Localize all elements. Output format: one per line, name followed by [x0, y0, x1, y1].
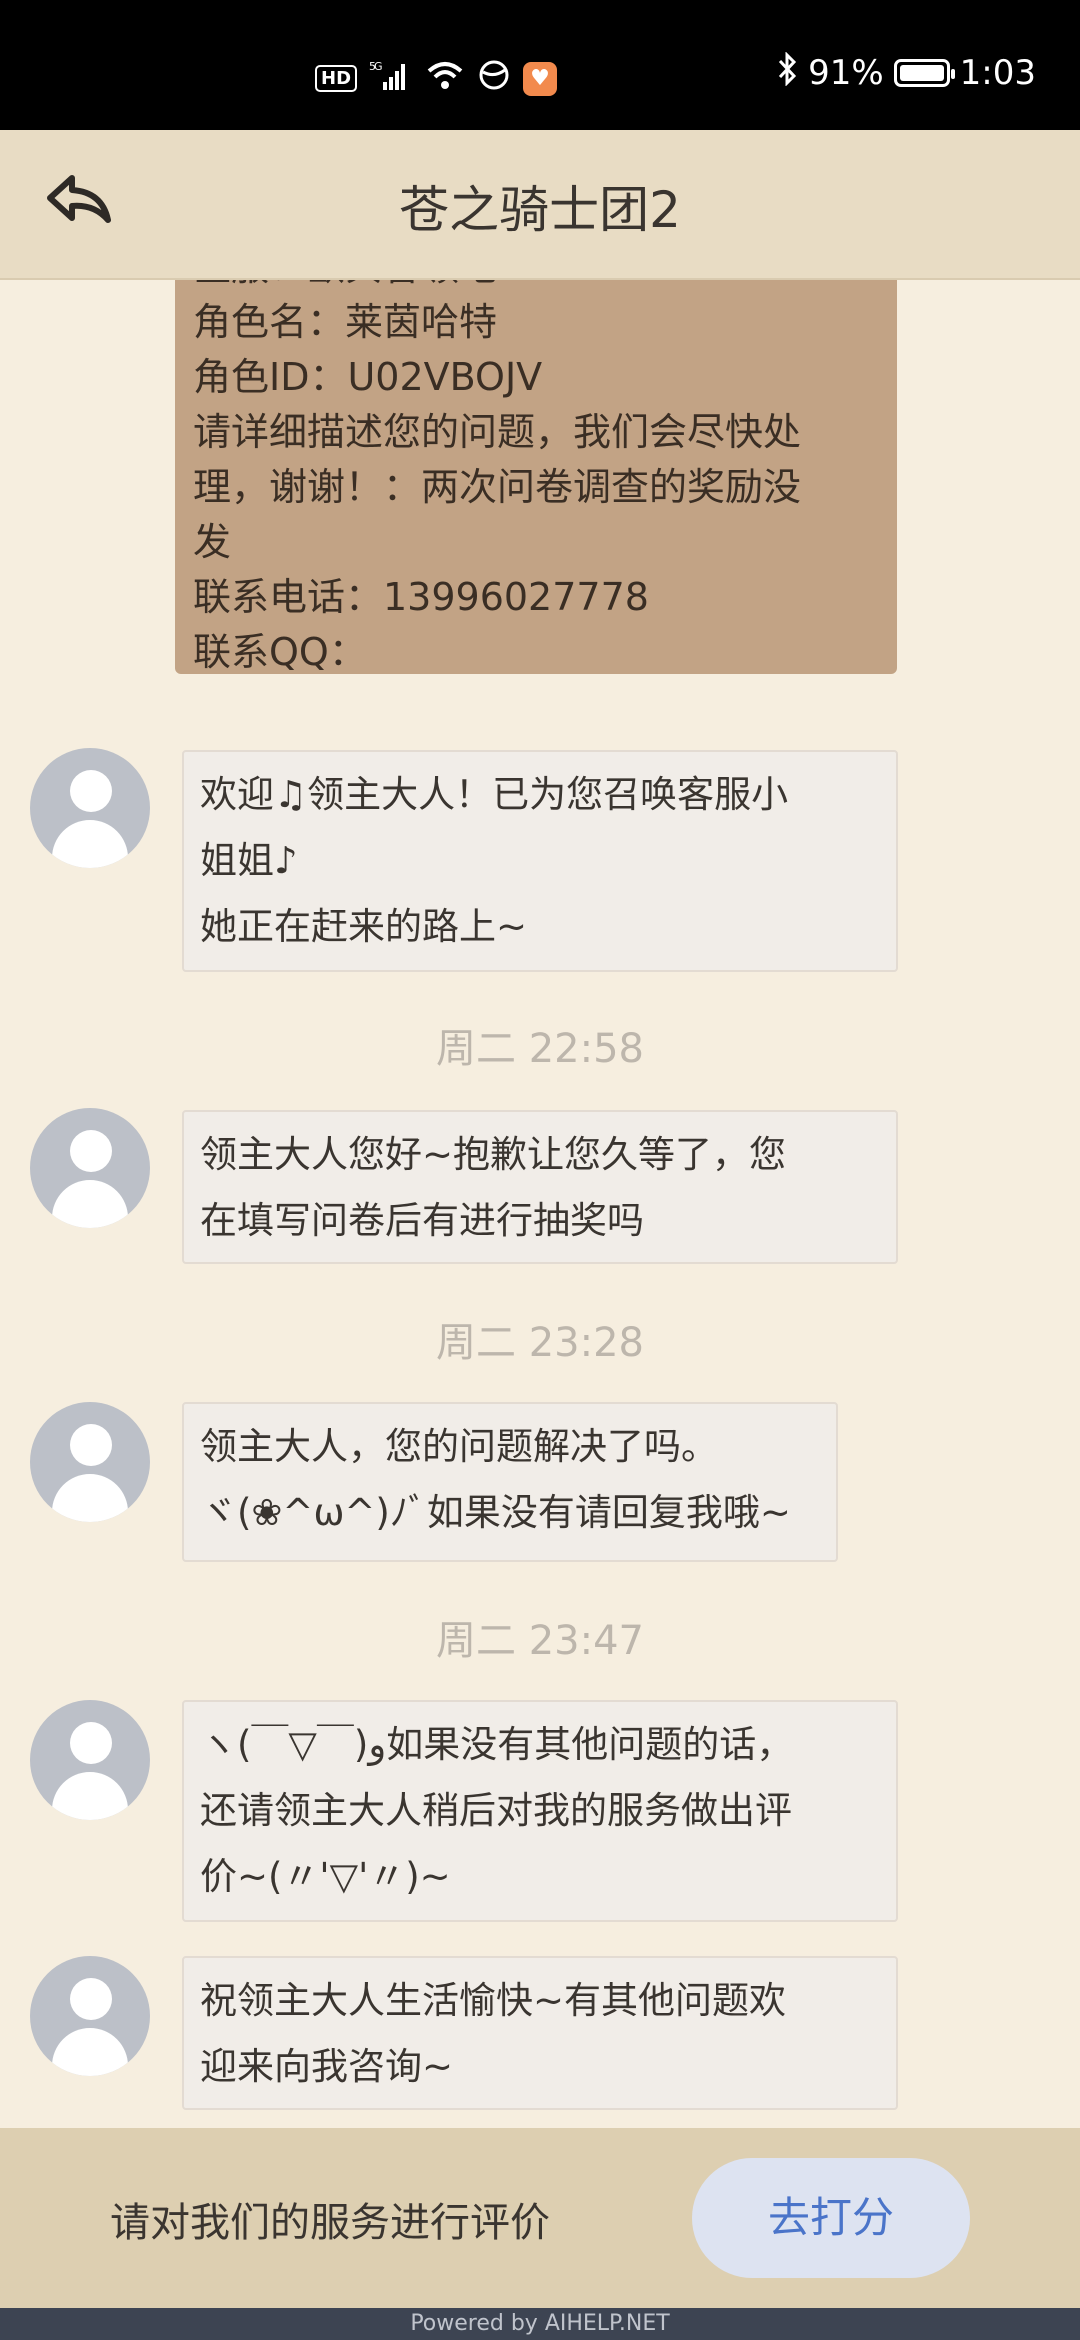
agent-avatar[interactable]	[30, 1956, 150, 2076]
powered-by-footer: Powered by AIHELP.NET	[0, 2308, 1080, 2340]
message-line: 迎来向我咨询~	[200, 2045, 454, 2088]
message-line: 价~(〃'▽'〃)~	[200, 1855, 451, 1898]
chat-history[interactable]: 区服：欧贝鲁领地 角色名：莱茵哈特 角色ID：U02VBOJV 请详细描述您的问…	[0, 280, 1080, 2128]
agent-avatar[interactable]	[30, 1108, 150, 1228]
agent-message-bubble: 领主大人您好~抱歉让您久等了，您 在填写问卷后有进行抽奖吗	[182, 1110, 898, 1264]
agent-message-bubble: 领主大人，您的问题解决了吗。 ヾ(❀^ω^)ﾉﾞ如果没有请回复我哦~	[182, 1402, 838, 1562]
message-timestamp: 周二 22:58	[436, 1026, 644, 1072]
status-right-icons: 91% 1:03	[776, 51, 1036, 93]
message-line: 领主大人您好~抱歉让您久等了，您	[200, 1133, 787, 1176]
page-title: 苍之骑士团2	[399, 181, 681, 239]
message-timestamp: 周二 23:47	[436, 1618, 644, 1664]
agent-avatar[interactable]	[30, 1700, 150, 1820]
agent-message-bubble: 祝领主大人生活愉快~有其他问题欢 迎来向我咨询~	[182, 1956, 898, 2110]
status-left-icons: HD 5G ♥	[315, 58, 558, 99]
message-line: 联系电话：13996027778	[193, 575, 649, 619]
rate-button[interactable]: 去打分	[692, 2158, 970, 2278]
agent-message-bubble: ヽ(￣▽￣)و如果没有其他问题的话， 还请领主大人稍后对我的服务做出评 价~(〃…	[182, 1700, 898, 1922]
message-line: 发	[193, 520, 232, 564]
message-line: 角色ID：U02VBOJV	[193, 355, 543, 399]
health-app-icon: ♥	[523, 61, 558, 96]
message-line: 理，谢谢！：两次问卷调查的奖励没	[193, 465, 802, 509]
message-line: 领主大人，您的问题解决了吗。	[200, 1425, 718, 1468]
battery-icon	[893, 58, 955, 87]
bluetooth-icon	[776, 51, 798, 93]
message-line: 区服：欧贝鲁领地	[193, 280, 879, 295]
message-line: 姐姐♪	[200, 839, 298, 882]
hd-icon: HD	[315, 65, 358, 92]
clock: 1:03	[959, 52, 1036, 93]
message-line: 角色名：莱茵哈特	[193, 300, 498, 344]
status-bar: HD 5G ♥ 91% 1:03	[0, 0, 1080, 130]
message-line: 她正在赶来的路上~	[200, 905, 528, 948]
message-line: ヾ(❀^ω^)ﾉﾞ如果没有请回复我哦~	[200, 1491, 791, 1534]
agent-avatar[interactable]	[30, 748, 150, 868]
message-line: 在填写问卷后有进行抽奖吗	[200, 1199, 644, 1242]
message-line: 欢迎♫领主大人！已为您召唤客服小	[200, 773, 789, 816]
rating-bar: 请对我们的服务进行评价 去打分	[0, 2128, 1080, 2308]
signal-icon: 5G	[369, 60, 413, 98]
message-line: 联系QQ：	[193, 630, 367, 674]
message-line: 请详细描述您的问题，我们会尽快处	[193, 410, 802, 454]
svg-text:5G: 5G	[369, 60, 382, 73]
app-header: 苍之骑士团2	[0, 130, 1080, 280]
user-message-bubble: 区服：欧贝鲁领地 角色名：莱茵哈特 角色ID：U02VBOJV 请详细描述您的问…	[175, 280, 897, 674]
agent-avatar[interactable]	[30, 1402, 150, 1522]
message-timestamp: 周二 23:28	[436, 1320, 644, 1366]
message-line: ヽ(￣▽￣)و如果没有其他问题的话，	[200, 1723, 794, 1766]
message-line: 祝领主大人生活愉快~有其他问题欢	[200, 1979, 787, 2022]
message-line: 还请领主大人稍后对我的服务做出评	[200, 1789, 792, 1832]
wifi-icon	[425, 59, 465, 98]
rating-prompt: 请对我们的服务进行评价	[110, 2200, 550, 2246]
battery-percent: 91%	[808, 52, 884, 93]
vpn-globe-icon	[477, 58, 511, 99]
agent-message-bubble: 欢迎♫领主大人！已为您召唤客服小 姐姐♪ 她正在赶来的路上~	[182, 750, 898, 972]
